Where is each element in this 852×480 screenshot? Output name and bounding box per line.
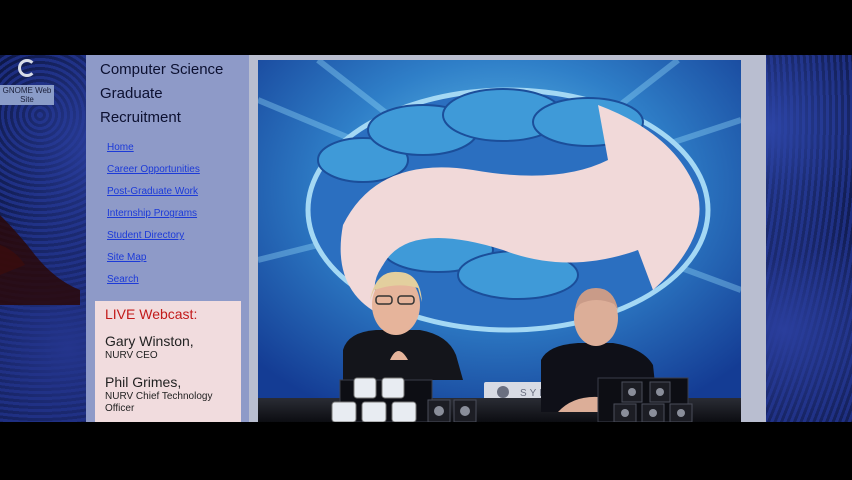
nav-link-site-map[interactable]: Site Map <box>107 247 200 269</box>
desktop-background: GNOME Web Site Computer Science Graduate… <box>0 55 852 422</box>
presenter-role: NURV CEO <box>105 350 158 361</box>
webcast-video[interactable]: SYNAPSE <box>258 60 741 422</box>
nav-link-career-opportunities[interactable]: Career Opportunities <box>107 159 200 181</box>
sidebar-nav: Home Career Opportunities Post-Graduate … <box>107 137 200 291</box>
shortcut-label: GNOME Web Site <box>0 85 54 105</box>
page-title: Computer Science Graduate Recruitment <box>100 61 224 126</box>
gnome-web-site-shortcut[interactable]: GNOME Web Site <box>0 57 54 105</box>
webcast-heading: LIVE Webcast: <box>105 306 198 322</box>
video-frame: SYNAPSE <box>249 55 766 422</box>
video-scene: SYNAPSE <box>258 60 741 422</box>
recruitment-sidebar: Computer Science Graduate Recruitment Ho… <box>86 55 249 422</box>
live-webcast-box: LIVE Webcast: Gary Winston, NURV CEO Phi… <box>95 301 241 422</box>
presenter-name: Gary Winston, <box>105 333 194 349</box>
nav-link-home[interactable]: Home <box>107 137 200 159</box>
nav-link-student-directory[interactable]: Student Directory <box>107 225 200 247</box>
nav-link-search[interactable]: Search <box>107 269 200 291</box>
presenter-name: Phil Grimes, <box>105 374 182 390</box>
nav-link-internship-programs[interactable]: Internship Programs <box>107 203 200 225</box>
wallpaper-shape <box>0 215 80 305</box>
gnome-foot-icon <box>18 59 36 77</box>
presenter-role: NURV Chief Technology Officer <box>105 391 213 414</box>
nav-link-post-graduate-work[interactable]: Post-Graduate Work <box>107 181 200 203</box>
